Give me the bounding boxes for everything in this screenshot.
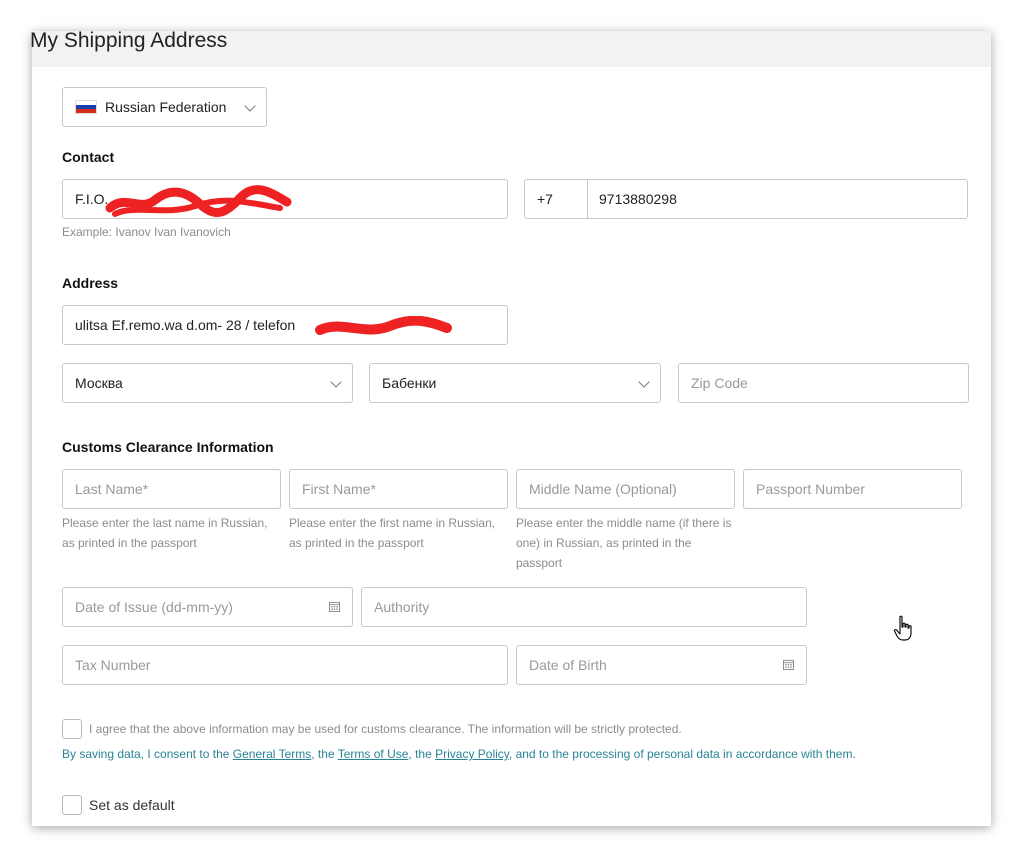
city-select[interactable]: Бабенки [369, 363, 661, 403]
country-select[interactable]: Russian Federation [62, 87, 267, 127]
phone-divider [587, 180, 588, 218]
tax-number-input[interactable]: Tax Number [62, 645, 508, 685]
phone-field[interactable]: +7 9713880298 [524, 179, 968, 219]
set-default-label: Set as default [89, 797, 175, 813]
middle-name-hint: Please enter the middle name (if there i… [516, 516, 732, 570]
passport-number-input[interactable]: Passport Number [743, 469, 962, 509]
tax-number-placeholder: Tax Number [75, 657, 151, 673]
authority-placeholder: Authority [374, 599, 430, 615]
customs-agree-checkbox[interactable] [62, 719, 82, 739]
chevron-down-icon [330, 376, 342, 388]
russia-flag-icon [75, 100, 97, 114]
contact-label: Contact [62, 149, 115, 165]
street-address-value: ulitsa Ef.remo.wa d.om- 28 / telefon [75, 317, 296, 333]
zip-code-placeholder: Zip Code [691, 375, 748, 391]
customs-agree-text: I agree that the above information may b… [89, 722, 682, 736]
passport-number-placeholder: Passport Number [756, 481, 865, 497]
consent-suffix: , and to the processing of personal data… [508, 747, 856, 761]
last-name-input[interactable]: Last Name* [62, 469, 281, 509]
page-title: My Shipping Address [30, 29, 228, 52]
address-label: Address [62, 275, 119, 291]
shipping-address-panel [32, 31, 991, 826]
region-select-value: Москва [75, 375, 123, 391]
phone-number-value: 9713880298 [599, 191, 677, 207]
hand-cursor-icon [893, 615, 912, 641]
region-select[interactable]: Москва [62, 363, 353, 403]
date-of-birth-placeholder: Date of Birth [529, 657, 607, 673]
phone-country-code[interactable]: +7 [525, 191, 587, 207]
last-name-hint: Please enter the last name in Russian, a… [62, 516, 268, 550]
middle-name-placeholder: Middle Name (Optional) [529, 481, 677, 497]
customs-label: Customs Clearance Information [62, 439, 274, 455]
middle-name-input[interactable]: Middle Name (Optional) [516, 469, 735, 509]
first-name-placeholder: First Name* [302, 481, 376, 497]
terms-of-use-link[interactable]: Terms of Use [338, 747, 409, 761]
full-name-hint: Example: Ivanov Ivan Ivanovich [62, 225, 231, 239]
zip-code-input[interactable]: Zip Code [678, 363, 969, 403]
chevron-down-icon [638, 376, 650, 388]
date-of-issue-input[interactable]: Date of Issue (dd-mm-yy) [62, 587, 353, 627]
consent-text: By saving data, I consent to the General… [62, 747, 856, 761]
calendar-icon[interactable] [329, 601, 340, 612]
set-default-checkbox[interactable] [62, 795, 82, 815]
chevron-down-icon [244, 100, 256, 112]
city-select-value: Бабенки [382, 375, 437, 391]
consent-separator: , the [311, 747, 338, 761]
country-select-value: Russian Federation [105, 99, 227, 115]
first-name-hint: Please enter the first name in Russian, … [289, 516, 496, 550]
calendar-icon[interactable] [783, 659, 794, 670]
authority-input[interactable]: Authority [361, 587, 807, 627]
redaction-scribble [105, 185, 292, 217]
privacy-policy-link[interactable]: Privacy Policy [435, 747, 509, 761]
date-of-birth-input[interactable]: Date of Birth [516, 645, 807, 685]
full-name-value: F.I.O. [75, 191, 109, 207]
date-of-issue-placeholder: Date of Issue (dd-mm-yy) [75, 599, 233, 615]
general-terms-link[interactable]: General Terms [233, 747, 311, 761]
last-name-placeholder: Last Name* [75, 481, 149, 497]
consent-prefix: By saving data, I consent to the [62, 747, 233, 761]
redaction-scribble [315, 316, 452, 335]
first-name-input[interactable]: First Name* [289, 469, 508, 509]
consent-separator: , the [408, 747, 436, 761]
